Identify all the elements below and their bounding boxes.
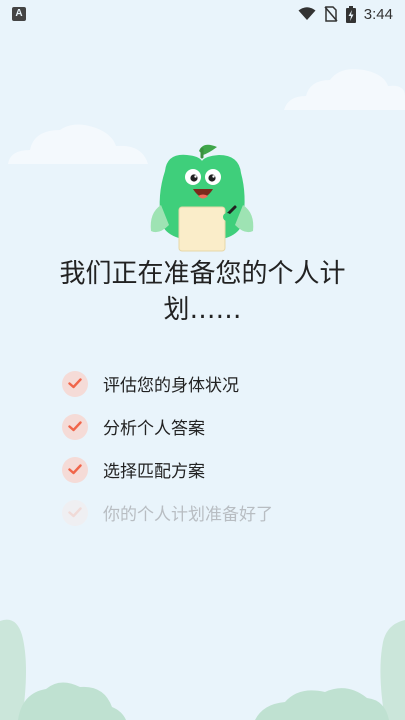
battery-charging-icon <box>345 5 356 23</box>
mascot-illustration <box>150 144 254 252</box>
step-item-match: 选择匹配方案 <box>62 448 273 491</box>
notification-a-icon: A <box>12 7 26 21</box>
step-item-assess: 评估您的身体状况 <box>62 362 273 405</box>
step-label: 评估您的身体状况 <box>103 376 239 396</box>
step-label: 分析个人答案 <box>103 419 205 439</box>
check-icon <box>62 370 88 397</box>
leaf-left-decoration <box>0 619 126 720</box>
status-time: 3:44 <box>363 5 393 23</box>
step-item-ready: 你的个人计划准备好了 <box>62 491 273 534</box>
status-bar: A 3:44 <box>0 0 405 28</box>
wifi-icon <box>298 7 316 20</box>
page-title: 我们正在准备您的个人计划…… <box>59 259 346 325</box>
step-label: 选择匹配方案 <box>103 462 205 482</box>
cloud-right-decoration <box>284 69 405 110</box>
check-icon <box>62 456 88 483</box>
check-icon <box>62 499 88 526</box>
status-icons: 3:44 <box>298 4 393 24</box>
cloud-left-decoration <box>8 124 148 164</box>
check-icon <box>62 413 88 440</box>
leaf-right-decoration <box>255 620 405 720</box>
progress-steps: 评估您的身体状况 分析个人答案 选择匹配方案 你的个人计划准备好了 <box>62 362 273 534</box>
no-sim-icon <box>324 6 338 22</box>
step-label: 你的个人计划准备好了 <box>103 505 273 525</box>
step-item-analyze: 分析个人答案 <box>62 405 273 448</box>
